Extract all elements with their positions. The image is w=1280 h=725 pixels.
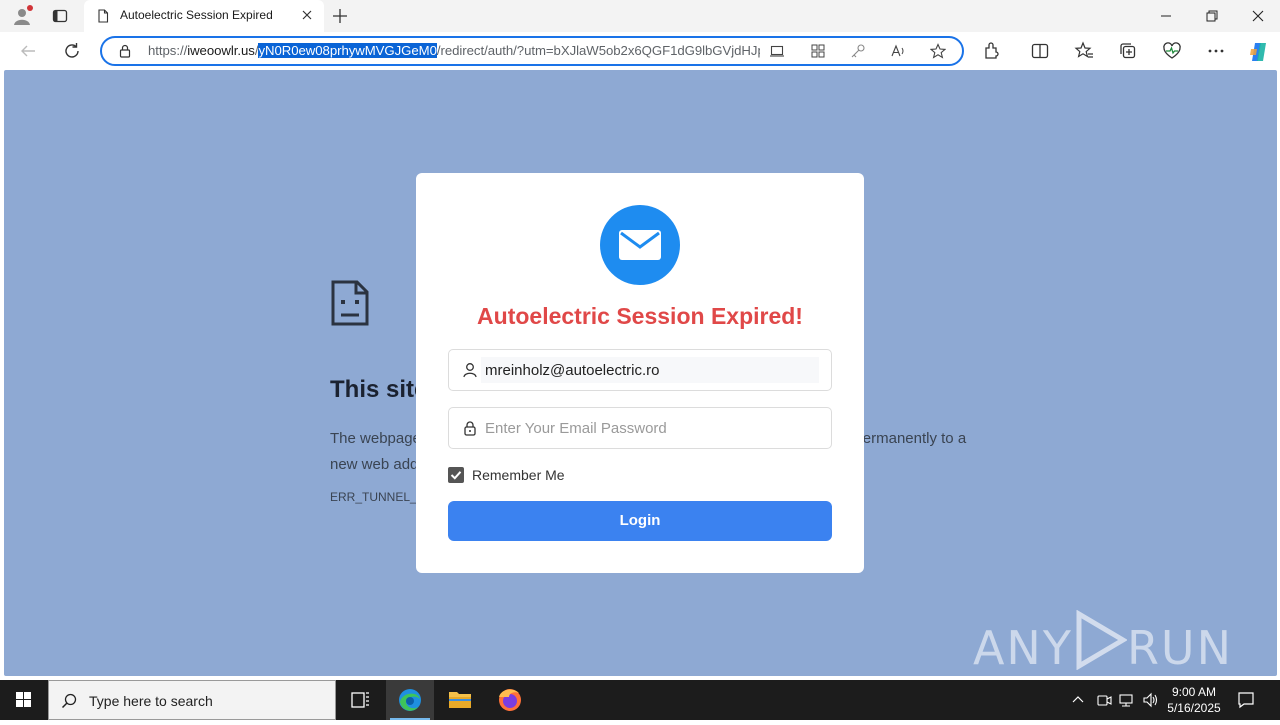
split-screen-icon[interactable] <box>1030 41 1050 61</box>
read-aloud-icon[interactable] <box>890 43 906 59</box>
performance-icon[interactable] <box>1162 41 1182 61</box>
clock-date: 5/16/2025 <box>1167 701 1221 715</box>
url-scheme: https:// <box>148 43 188 58</box>
email-input[interactable] <box>485 359 815 381</box>
tab-actions-icon[interactable] <box>52 8 68 24</box>
network-icon[interactable] <box>1118 692 1134 708</box>
explorer-icon[interactable] <box>436 680 484 720</box>
notification-icon[interactable] <box>1236 690 1256 715</box>
envelope-icon <box>600 205 680 285</box>
play-logo-icon <box>1073 609 1128 676</box>
taskbar: Type here to search 9:00 AM 5/16/2025 <box>0 680 1280 720</box>
copilot-icon[interactable] <box>1248 41 1268 61</box>
login-modal: Autoelectric Session Expired! Remember M… <box>416 173 864 573</box>
search-placeholder: Type here to search <box>89 693 213 709</box>
restore-button[interactable] <box>1188 0 1234 32</box>
url-host: iweoowlr.us <box>187 43 255 58</box>
close-icon[interactable] <box>300 8 314 22</box>
more-icon[interactable] <box>1206 41 1226 61</box>
user-icon <box>462 362 478 378</box>
tab-title: Autoelectric Session Expired <box>120 8 273 22</box>
address-bar[interactable]: https://iweoowlr.us/yN0R0ew08prhywMVGJGe… <box>100 36 964 66</box>
plus-icon[interactable] <box>332 8 348 24</box>
close-window-button[interactable] <box>1234 0 1280 32</box>
remember-me-label: Remember Me <box>472 467 565 483</box>
volume-icon[interactable] <box>1142 692 1158 708</box>
meet-now-icon[interactable] <box>1096 692 1112 708</box>
modal-title: Autoelectric Session Expired! <box>477 303 803 329</box>
padlock-icon <box>462 420 478 436</box>
sad-page-icon <box>330 280 370 331</box>
tab-strip: Autoelectric Session Expired <box>0 0 1280 32</box>
firefox-icon[interactable] <box>486 680 534 720</box>
url-selected-segment: yN0R0ew08prhywMVGJGeM0 <box>258 43 437 58</box>
search-icon <box>61 693 77 714</box>
favorite-star-icon[interactable] <box>929 43 947 59</box>
profile-icon[interactable] <box>12 5 33 26</box>
windows-icon[interactable] <box>0 680 48 720</box>
task-view-icon[interactable] <box>336 680 384 720</box>
password-field[interactable] <box>448 407 832 449</box>
app-available-icon[interactable] <box>770 43 786 59</box>
refresh-icon[interactable] <box>62 41 82 61</box>
anyrun-watermark: ANY RUN <box>972 609 1233 676</box>
key-icon[interactable] <box>850 43 866 59</box>
back-icon[interactable] <box>18 41 38 61</box>
check-icon <box>450 471 462 480</box>
grid-icon[interactable] <box>810 43 826 59</box>
extensions-icon[interactable] <box>982 41 1002 61</box>
lock-icon[interactable] <box>118 44 132 58</box>
password-input[interactable] <box>485 417 815 439</box>
email-field[interactable] <box>448 349 832 391</box>
clock-time: 9:00 AM <box>1171 685 1217 699</box>
chevron-up-icon[interactable] <box>1070 692 1086 708</box>
url-path: /redirect/auth/?utm=bXJlaW5ob2x6QGF1dG9l… <box>436 43 760 58</box>
page-icon <box>96 9 110 23</box>
minimize-button[interactable] <box>1142 0 1188 32</box>
favorites-icon[interactable] <box>1074 41 1094 61</box>
watermark-right-text: RUN <box>1126 621 1233 675</box>
login-button[interactable]: Login <box>448 501 832 541</box>
remember-me-checkbox[interactable] <box>448 467 464 483</box>
taskbar-clock[interactable]: 9:00 AM 5/16/2025 <box>1162 684 1226 716</box>
collections-icon[interactable] <box>1118 41 1138 61</box>
taskbar-search[interactable]: Type here to search <box>48 680 336 720</box>
tab-active[interactable]: Autoelectric Session Expired <box>84 0 324 32</box>
page-viewport: This site can't be reached The webpage a… <box>4 70 1277 676</box>
watermark-left-text: ANY <box>972 621 1073 675</box>
browser-toolbar: https://iweoowlr.us/yN0R0ew08prhywMVGJGe… <box>0 32 1280 70</box>
edge-icon[interactable] <box>386 680 434 720</box>
url-text[interactable]: https://iweoowlr.us/yN0R0ew08prhywMVGJGe… <box>148 43 760 58</box>
